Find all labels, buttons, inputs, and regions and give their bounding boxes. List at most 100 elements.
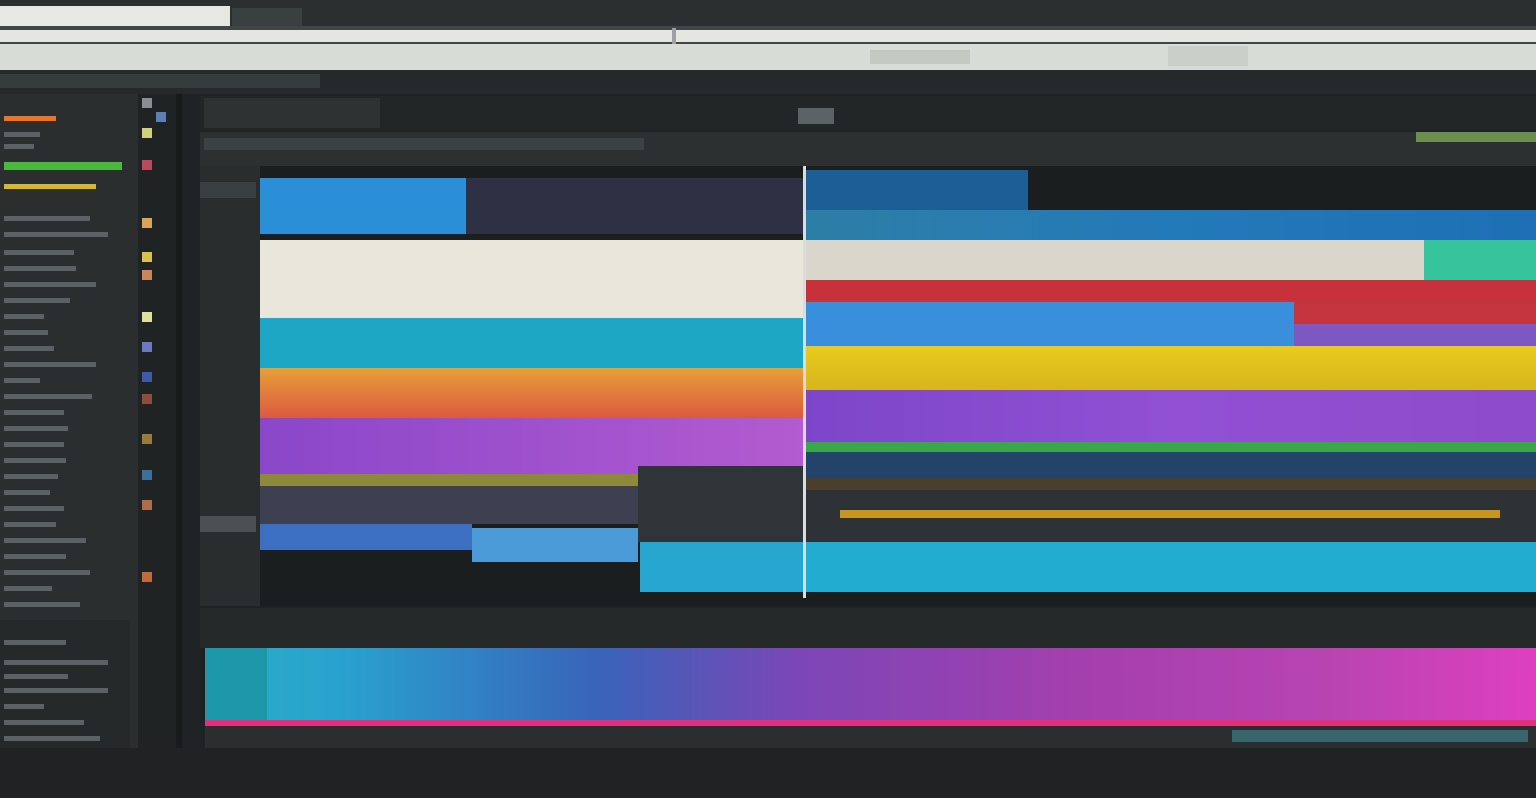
list-item[interactable] <box>4 522 56 527</box>
list-item[interactable] <box>4 570 90 575</box>
list-item[interactable] <box>4 314 44 319</box>
panel-tabs[interactable] <box>0 74 320 88</box>
project-item[interactable] <box>4 184 96 189</box>
timeline-track-start[interactable] <box>205 648 267 720</box>
clip[interactable] <box>806 280 1536 302</box>
timeline-track[interactable] <box>205 648 1536 720</box>
icon-strip <box>138 94 176 798</box>
list-item[interactable] <box>4 410 64 415</box>
clip[interactable] <box>260 240 804 318</box>
track-header[interactable] <box>200 516 256 532</box>
bottom-toolbar <box>200 608 1536 648</box>
swatch[interactable] <box>142 470 152 480</box>
list-item[interactable] <box>4 602 80 607</box>
swatch[interactable] <box>142 312 152 322</box>
editor-toolbar <box>200 96 1536 130</box>
clip[interactable] <box>260 474 638 486</box>
clip[interactable] <box>260 318 804 368</box>
list-item[interactable] <box>4 298 70 303</box>
clip[interactable] <box>806 542 1536 592</box>
list-item[interactable] <box>4 394 92 399</box>
clip[interactable] <box>806 170 1028 210</box>
list-item[interactable] <box>4 426 68 431</box>
menu-bar-field[interactable] <box>870 50 970 64</box>
project-item-highlight[interactable] <box>4 116 56 121</box>
clip[interactable] <box>472 528 638 562</box>
clip[interactable] <box>260 368 804 418</box>
list-item[interactable] <box>4 346 54 351</box>
clip[interactable] <box>806 452 1536 478</box>
swatch[interactable] <box>142 252 152 262</box>
clip[interactable] <box>806 442 1536 452</box>
track-header[interactable] <box>200 182 256 198</box>
swatch[interactable] <box>142 128 152 138</box>
clip[interactable] <box>1294 302 1536 324</box>
clip[interactable] <box>840 510 1500 518</box>
track-headers <box>200 166 260 606</box>
tab-active[interactable] <box>0 6 230 26</box>
clip[interactable] <box>466 178 804 234</box>
list-item[interactable] <box>4 704 44 709</box>
list-item[interactable] <box>4 674 68 679</box>
timeline-meter <box>1416 132 1536 142</box>
list-item[interactable] <box>4 538 86 543</box>
clip[interactable] <box>638 466 804 542</box>
list-item[interactable] <box>4 144 34 149</box>
list-item[interactable] <box>4 474 58 479</box>
tool-button[interactable] <box>798 108 834 124</box>
list-item[interactable] <box>4 640 66 645</box>
address-field[interactable] <box>0 30 1536 42</box>
swatch[interactable] <box>142 572 152 582</box>
list-item[interactable] <box>4 554 66 559</box>
list-item[interactable] <box>4 378 40 383</box>
clip[interactable] <box>260 178 466 234</box>
tab-inactive[interactable] <box>232 8 302 26</box>
clip[interactable] <box>260 486 638 524</box>
swatch[interactable] <box>142 270 152 280</box>
timeline-controls[interactable] <box>204 138 644 150</box>
swatch[interactable] <box>142 98 152 108</box>
clip[interactable] <box>806 240 1424 280</box>
clip[interactable] <box>806 478 1536 490</box>
clip[interactable] <box>1424 240 1536 280</box>
clip[interactable] <box>806 302 1294 346</box>
list-item[interactable] <box>4 132 40 137</box>
swatch[interactable] <box>142 218 152 228</box>
list-item[interactable] <box>4 720 84 725</box>
swatch[interactable] <box>142 160 152 170</box>
swatch[interactable] <box>142 394 152 404</box>
list-item[interactable] <box>4 490 50 495</box>
playhead-icon[interactable] <box>803 166 806 598</box>
swatch[interactable] <box>142 372 152 382</box>
list-item[interactable] <box>4 442 64 447</box>
footer <box>0 748 1536 798</box>
list-item[interactable] <box>4 250 74 255</box>
list-item[interactable] <box>4 216 90 221</box>
menu-bar-control[interactable] <box>1168 46 1248 66</box>
swatch[interactable] <box>142 500 152 510</box>
swatch[interactable] <box>156 112 166 122</box>
list-item[interactable] <box>4 330 48 335</box>
clip[interactable] <box>806 210 1536 240</box>
project-item-selected[interactable] <box>4 162 122 170</box>
clip[interactable] <box>260 524 472 550</box>
panel-divider[interactable] <box>176 94 182 798</box>
list-item[interactable] <box>4 506 64 511</box>
list-item[interactable] <box>4 688 108 693</box>
list-item[interactable] <box>4 736 100 741</box>
menu-bar-items[interactable] <box>4 48 604 64</box>
clip[interactable] <box>640 542 804 592</box>
clip[interactable] <box>1294 324 1536 346</box>
clip[interactable] <box>806 346 1536 390</box>
list-item[interactable] <box>4 232 108 237</box>
clip[interactable] <box>806 390 1536 442</box>
list-item[interactable] <box>4 586 52 591</box>
list-item[interactable] <box>4 458 66 463</box>
list-item[interactable] <box>4 282 96 287</box>
list-item[interactable] <box>4 266 76 271</box>
list-item[interactable] <box>4 660 108 665</box>
list-item[interactable] <box>4 362 96 367</box>
timeline-canvas[interactable] <box>260 166 1536 606</box>
swatch[interactable] <box>142 434 152 444</box>
swatch[interactable] <box>142 342 152 352</box>
